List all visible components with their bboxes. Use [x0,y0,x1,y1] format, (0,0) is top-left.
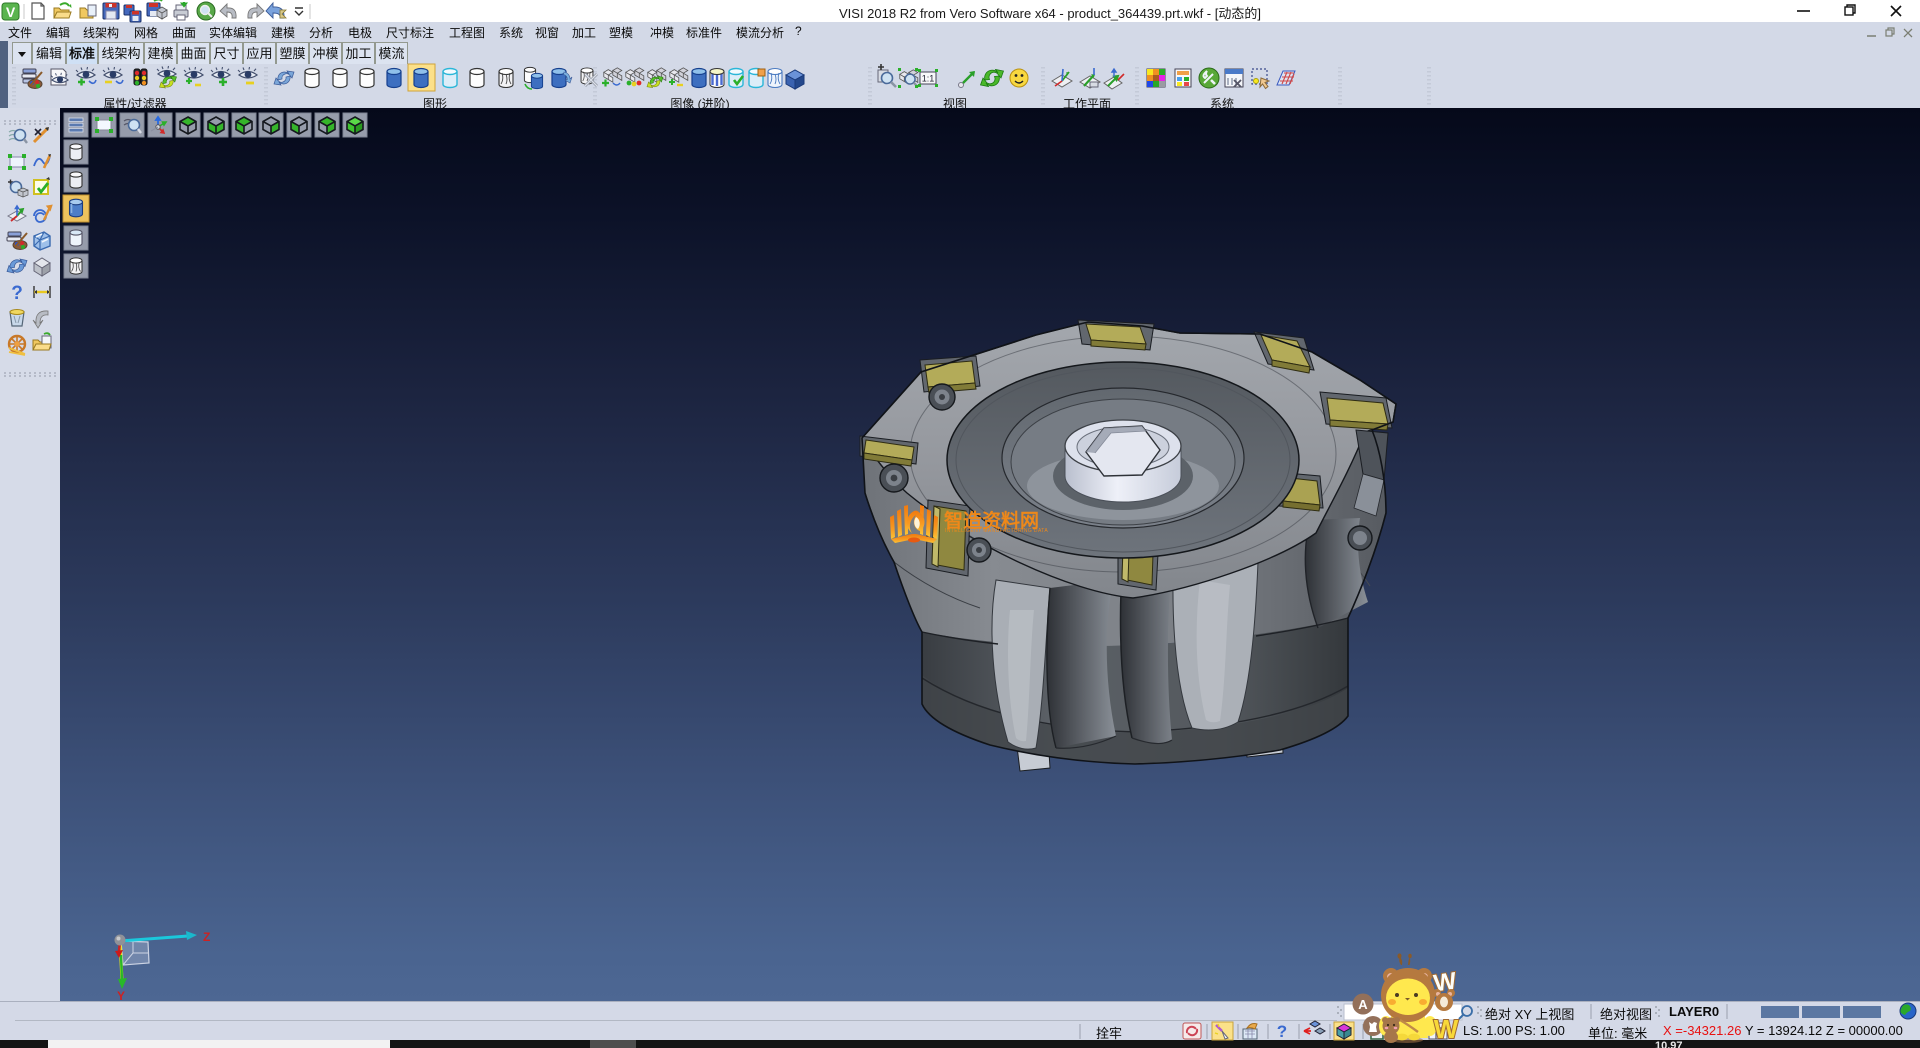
svg-text:1:1: 1:1 [922,74,935,84]
svg-text:?: ? [11,283,23,304]
svg-text:Y: Y [117,989,125,1001]
svg-text:A: A [1358,997,1368,1012]
svg-text:V: V [6,4,16,20]
svg-text:Z: Z [203,930,210,944]
svg-text:W: W [1434,1014,1459,1044]
svg-text:?: ? [1277,1022,1287,1041]
